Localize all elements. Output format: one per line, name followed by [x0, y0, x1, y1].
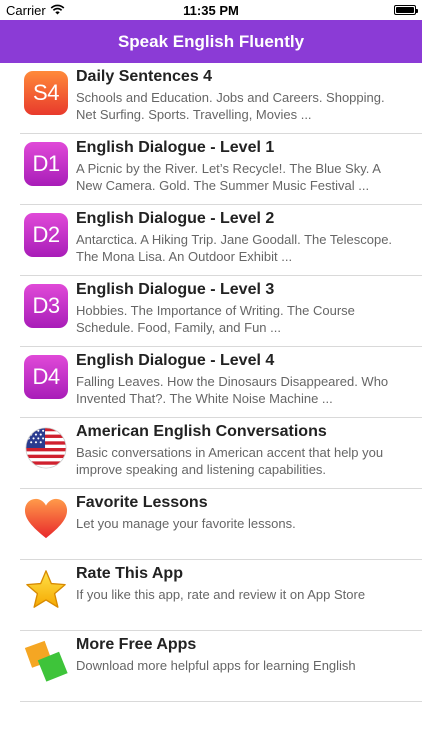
status-right [394, 5, 418, 15]
list-item-dialogue-level-3[interactable]: D3 English Dialogue - Level 3 Hobbies. T… [0, 276, 422, 347]
heart-icon [24, 497, 68, 541]
badge: D1 [24, 142, 68, 186]
item-description: If you like this app, rate and review it… [76, 587, 366, 602]
item-description: Schools and Education. Jobs and Careers.… [76, 90, 385, 122]
item-title: Daily Sentences 4 [76, 68, 213, 85]
badge: S4 [24, 71, 68, 115]
item-description: Basic conversations in American accent t… [76, 445, 384, 477]
battery-icon [394, 5, 418, 15]
list-item-more-free-apps[interactable]: More Free Apps Download more helpful app… [0, 631, 422, 702]
item-description: Hobbies. The Importance of Writing. The … [76, 303, 355, 335]
item-title: English Dialogue - Level 2 [76, 210, 275, 227]
item-title: American English Conversations [76, 423, 327, 440]
list-item-dialogue-level-1[interactable]: D1 English Dialogue - Level 1 A Picnic b… [0, 134, 422, 205]
list-item-rate-app[interactable]: Rate This App If you like this app, rate… [0, 560, 422, 631]
item-title: English Dialogue - Level 3 [76, 281, 275, 298]
status-bar: Carrier 11:35 PM [0, 0, 422, 20]
list-item-dialogue-level-2[interactable]: D2 English Dialogue - Level 2 Antarctica… [0, 205, 422, 276]
item-title: Favorite Lessons [76, 494, 208, 511]
item-description: Antarctica. A Hiking Trip. Jane Goodall.… [76, 232, 393, 264]
item-title: English Dialogue - Level 4 [76, 352, 275, 369]
nav-title: Speak English Fluently [117, 31, 305, 51]
d3-icon: D3 [24, 284, 68, 328]
lesson-list: S4 Daily Sentences 4 Schools and Educati… [0, 63, 422, 702]
status-left: Carrier [6, 3, 65, 18]
apps-icon [24, 639, 68, 683]
d4-icon: D4 [24, 355, 68, 399]
item-description: Download more helpful apps for learning … [76, 658, 356, 673]
item-title: More Free Apps [76, 636, 197, 653]
list-item-favorite-lessons[interactable]: Favorite Lessons Let you manage your fav… [0, 489, 422, 560]
list-item-american-conversations[interactable]: American English Conversations Basic con… [0, 418, 422, 489]
us-flag-icon [24, 426, 68, 470]
list-item-dialogue-level-4[interactable]: D4 English Dialogue - Level 4 Falling Le… [0, 347, 422, 418]
badge: D2 [24, 213, 68, 257]
list-item-daily-sentences-4[interactable]: S4 Daily Sentences 4 Schools and Educati… [0, 63, 422, 134]
item-title: Rate This App [76, 565, 183, 582]
wifi-icon [50, 3, 65, 18]
badge: D4 [24, 355, 68, 399]
nav-bar: Speak English Fluently [0, 20, 422, 63]
d2-icon: D2 [24, 213, 68, 257]
item-description: Falling Leaves. How the Dinosaurs Disapp… [76, 374, 389, 406]
item-description: Let you manage your favorite lessons. [76, 516, 296, 531]
d1-icon: D1 [24, 142, 68, 186]
carrier-label: Carrier [6, 2, 46, 18]
s4-icon: S4 [24, 71, 68, 115]
star-icon [24, 568, 68, 612]
item-title: English Dialogue - Level 1 [76, 139, 275, 156]
item-description: A Picnic by the River. Let’s Recycle!. T… [76, 161, 381, 193]
badge: D3 [24, 284, 68, 328]
